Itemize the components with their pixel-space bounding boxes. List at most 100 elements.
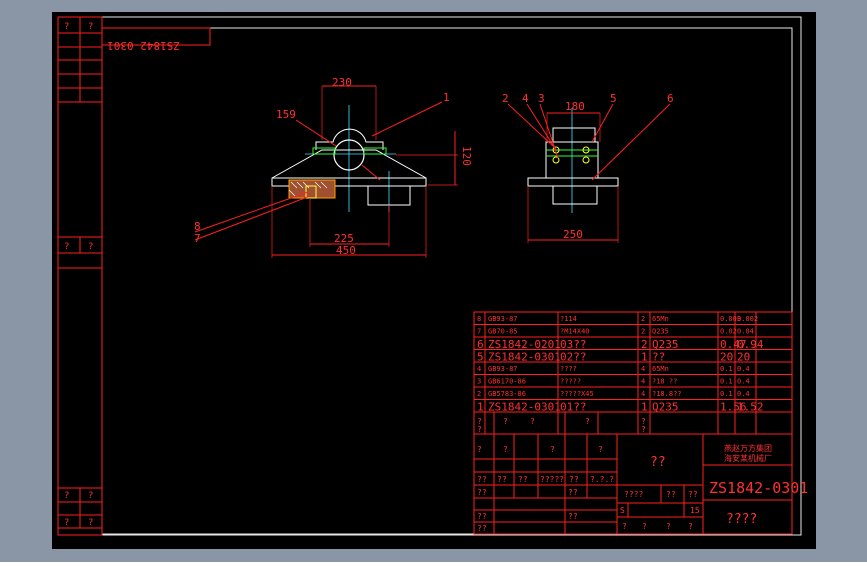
parts-cell-name: ?????X45 <box>560 390 594 398</box>
parts-cell-w2: 20 <box>737 351 750 364</box>
company-line-1: 燕赵万方集团 <box>724 443 772 453</box>
side-leader-4: 4 <box>522 92 529 105</box>
parts-cell-code: GB93-87 <box>488 365 518 373</box>
front-dim-230: 230 <box>332 76 352 89</box>
sign-cell: ?.?.? <box>590 475 614 484</box>
left-strip-mid-a: ? <box>64 242 69 252</box>
parts-cell-qty: 2 <box>641 328 645 336</box>
title-bottom-mark: ???? <box>726 512 757 527</box>
sheet-cell: 15 <box>690 506 700 515</box>
parts-cell-w1: 20 <box>720 351 733 364</box>
parts-cell-qty: 4 <box>641 378 645 386</box>
left-strip-mid-b: ? <box>88 242 93 252</box>
left-strip-top-b: ? <box>88 22 93 32</box>
sign-cell: ?? <box>477 512 487 521</box>
parts-cell-code: GB6170-86 <box>488 378 526 386</box>
header-cell: ? <box>641 425 646 434</box>
side-leader-5: 5 <box>610 92 617 105</box>
sign-cell: ? <box>598 445 603 454</box>
parts-cell-no: 7 <box>477 328 481 336</box>
parts-cell-no: 6 <box>477 338 484 351</box>
sign-cell: ?? <box>518 475 528 484</box>
parts-cell-w1: 0.1 <box>720 378 733 386</box>
parts-cell-w2: 0.002 <box>737 315 758 323</box>
parts-cell-name: 02?? <box>560 351 587 364</box>
side-leader-2: 2 <box>502 92 509 105</box>
parts-cell-code: GB93-87 <box>488 315 518 323</box>
parts-cell-name: ?M14X40 <box>560 328 590 336</box>
left-strip-bottom1-a: ? <box>64 491 69 501</box>
front-leader-7: 7 <box>194 232 201 245</box>
left-strip-bottom2-b: ? <box>88 518 93 528</box>
company-line-2: 海安某机械厂 <box>724 453 772 463</box>
parts-cell-code: ZS1842-0201 <box>488 338 561 351</box>
parts-cell-no: 4 <box>477 365 481 373</box>
parts-cell-no: 5 <box>477 351 484 364</box>
page-cell: ? <box>688 522 693 531</box>
side-leader-6: 6 <box>667 92 674 105</box>
page-cell: ? <box>666 522 671 531</box>
sign-cell: ?? <box>497 475 507 484</box>
parts-cell-name: ?114 <box>560 315 577 323</box>
header-cell: ? <box>477 425 482 434</box>
parts-cell-name: ????? <box>560 378 581 386</box>
cad-viewport[interactable]: ? ? ? ? ? ? ? ? ZS1842-0301 230 159 1 12… <box>0 0 867 562</box>
parts-cell-qty: 4 <box>641 390 645 398</box>
sheet-cell: S <box>620 506 625 515</box>
sign-cell: ?? <box>568 512 578 521</box>
page-cell: ? <box>642 522 647 531</box>
parts-cell-qty: 2 <box>641 315 645 323</box>
title-center-mark: ?? <box>650 455 666 470</box>
parts-cell-no: 2 <box>477 390 481 398</box>
sign-cell: ? <box>503 445 508 454</box>
sign-cell: ?? <box>569 475 579 484</box>
parts-cell-material: 65Mn <box>652 365 669 373</box>
parts-cell-material: ?? <box>652 351 665 364</box>
parts-cell-material: Q235 <box>652 338 679 351</box>
parts-cell-w1: 0.02 <box>720 328 737 336</box>
sign-cell: ?? <box>477 475 487 484</box>
left-strip-bottom2-a: ? <box>64 518 69 528</box>
parts-cell-name: ???? <box>560 365 577 373</box>
parts-cell-qty: 2 <box>641 338 648 351</box>
parts-cell-w2: 0.4 <box>737 378 750 386</box>
parts-cell-w2: 0.4 <box>737 390 750 398</box>
parts-cell-material: ?18.8?? <box>652 390 682 398</box>
scale-cell: ?? <box>666 490 676 499</box>
parts-cell-qty: 1 <box>641 351 648 364</box>
parts-cell-material: ?18 ?? <box>652 378 677 386</box>
side-leader-3: 3 <box>538 92 545 105</box>
sign-cell: ? <box>477 445 482 454</box>
parts-cell-material: Q235 <box>652 328 669 336</box>
parts-cell-material: 65Mn <box>652 315 669 323</box>
parts-cell-code: ZS1842-0301 <box>488 351 561 364</box>
page-cell: ? <box>622 522 627 531</box>
sign-cell: ?? <box>568 488 578 497</box>
header-cell: ? <box>530 417 535 426</box>
header-cell: ? <box>503 417 508 426</box>
parts-cell-code: GB5783-86 <box>488 390 526 398</box>
scale-cell: ???? <box>624 490 643 499</box>
left-strip-top-a: ? <box>64 22 69 32</box>
drawing-canvas[interactable]: ? ? ? ? ? ? ? ? ZS1842-0301 230 159 1 12… <box>0 0 867 562</box>
parts-cell-code: GB70-85 <box>488 328 518 336</box>
parts-cell-w2: 0.94 <box>737 338 764 351</box>
parts-cell-w1: 0.1 <box>720 390 733 398</box>
sign-cell: ? <box>550 445 555 454</box>
sign-cell: ?? <box>477 524 487 533</box>
header-cell: ? <box>585 417 590 426</box>
parts-cell-no: 8 <box>477 315 481 323</box>
front-dim-450: 450 <box>336 244 356 257</box>
sign-cell: ?? <box>477 488 487 497</box>
side-dim-180: 180 <box>565 100 585 113</box>
sign-cell: ????? <box>540 475 564 484</box>
parts-cell-name: 03?? <box>560 338 587 351</box>
side-dim-250: 250 <box>563 228 583 241</box>
scale-cell: ?? <box>688 490 698 499</box>
front-leader-1: 1 <box>443 91 450 104</box>
paper-area <box>52 12 816 549</box>
drawing-number: ZS1842-0301 <box>709 479 808 497</box>
parts-cell-w2: 0.4 <box>737 365 750 373</box>
front-dim-120: 120 <box>460 146 473 166</box>
parts-cell-qty: 4 <box>641 365 645 373</box>
